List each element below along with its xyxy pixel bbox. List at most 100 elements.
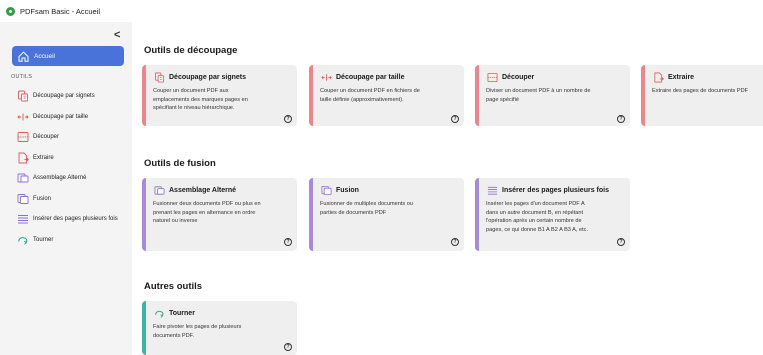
help-icon[interactable]: ? [617, 238, 625, 246]
card-description: Fusionner de multiples documents ou part… [320, 200, 413, 217]
sidebar-item-extract[interactable]: Extraire [16, 148, 118, 169]
rotate-icon [16, 233, 30, 247]
card-accent [142, 301, 146, 355]
card-title: Découpage par taille [336, 73, 405, 81]
card-title: Fusion [336, 186, 359, 194]
sidebar: < Accueil OUTILS Découpage par signets D… [0, 22, 132, 355]
card-description-line: parties de documents PDF [320, 209, 387, 216]
card-description-line: Fusionner deux documents PDF ou plus en [153, 201, 261, 207]
card-description-line: Insérer les pages d'un document PDF A [486, 201, 585, 207]
help-icon[interactable]: ? [284, 238, 292, 246]
size-split-icon [320, 71, 332, 83]
card-accent [475, 65, 479, 126]
sidebar-item-size-split[interactable]: Découpage par taille [16, 107, 118, 128]
help-icon[interactable]: ? [284, 115, 292, 123]
home-label: Accueil [34, 52, 55, 60]
card-description: Insérer les pages d'un document PDF A da… [486, 200, 588, 234]
split-icon [486, 71, 498, 83]
section-title-split: Outils de découpage [144, 45, 238, 56]
sidebar-item-label: Extraire [33, 154, 54, 161]
section-title-merge: Outils de fusion [144, 158, 216, 169]
tools-section-label: OUTILS [11, 74, 33, 80]
card-accent [475, 178, 479, 251]
card-title: Assemblage Alterné [169, 186, 237, 194]
extract-icon [652, 71, 664, 83]
sidebar-item-label: Insérer des pages plusieurs fois [33, 216, 118, 223]
sidebar-item-label: Découpage par taille [33, 113, 89, 120]
home-icon [17, 50, 30, 63]
card-title: Tourner [169, 309, 195, 317]
card-description-line: spécifiant le niveau hiérarchique. [153, 105, 235, 112]
sidebar-item-insert[interactable]: Insérer des pages plusieurs fois [16, 209, 118, 230]
split-icon [16, 130, 30, 144]
card-description: Faire pivoter les pages de plusieurs doc… [153, 323, 241, 340]
size-split-icon [16, 110, 30, 124]
help-icon[interactable]: ? [451, 115, 459, 123]
card-description-line: dans un autre document B, en répétant [486, 209, 584, 216]
sidebar-item-alternate-mix[interactable]: Assemblage Alterné [16, 168, 118, 189]
insert-icon [16, 212, 30, 226]
card-description-line: page spécifié [486, 96, 519, 103]
sidebar-item-split[interactable]: Découper [16, 127, 118, 148]
card-description-line: pages, ce qui donne B1 A B2 A B3 A, etc. [486, 226, 589, 233]
card-description: Couper un document PDF en fichiers de ta… [320, 87, 420, 104]
card-description: Fusionner deux documents PDF ou plus en … [153, 200, 261, 226]
sidebar-item-label: Assemblage Alterné [33, 175, 87, 182]
sidebar-item-label: Découper [33, 134, 60, 141]
tool-card-alternate-mix[interactable]: Assemblage Alterné Fusionner deux docume… [142, 178, 297, 251]
card-description-line: emplacements des marques pages en [153, 96, 248, 103]
card-accent [641, 65, 645, 126]
card-description-line: Fusionner de multiples documents ou [320, 201, 413, 207]
help-icon[interactable]: ? [284, 343, 292, 351]
card-description: Diviser un document PDF à un nombre de p… [486, 87, 590, 104]
card-accent [309, 65, 313, 126]
window-title: PDFsam Basic - Accueil [20, 6, 101, 16]
tools-list: Découpage par signets Découpage par tail… [16, 86, 118, 250]
merge-icon [16, 192, 30, 206]
card-title: Découpage par signets [169, 73, 247, 81]
card-description-line: Faire pivoter les pages de plusieurs [153, 324, 242, 330]
sidebar-item-label: Découpage par signets [33, 93, 95, 100]
card-title: Extraire [668, 73, 695, 81]
tool-card-extract[interactable]: Extraire Extraire des pages de documents… [641, 65, 763, 126]
sidebar-item-bookmark-split[interactable]: Découpage par signets [16, 86, 118, 107]
sidebar-item-merge[interactable]: Fusion [16, 189, 118, 210]
bookmark-split-icon [153, 71, 165, 83]
extract-icon [16, 151, 30, 165]
tool-card-rotate[interactable]: Tourner Faire pivoter les pages de plusi… [142, 301, 297, 355]
tool-card-insert[interactable]: Insérer des pages plusieurs fois Insérer… [475, 178, 630, 251]
title-bar: PDFsam Basic - Accueil [0, 0, 763, 22]
help-icon[interactable]: ? [451, 238, 459, 246]
card-description-line: Diviser un document PDF à un nombre de [486, 88, 591, 94]
card-description-line: naturel ou inverse [153, 218, 198, 225]
help-icon[interactable]: ? [617, 115, 625, 123]
card-description-line: Couper un document PDF aux [153, 88, 229, 94]
alternate-mix-icon [153, 184, 165, 196]
card-accent [309, 178, 313, 251]
sidebar-item-label: Tourner [33, 236, 54, 243]
card-description-line: prenant les pages en alternance en ordre [153, 209, 256, 216]
card-description-line: Extraire des pages de documents PDF [652, 88, 749, 94]
card-title: Insérer des pages plusieurs fois [502, 186, 609, 194]
card-description-line: taille définie (approximativement). [320, 96, 404, 103]
tool-card-split[interactable]: Découper Diviser un document PDF à un no… [475, 65, 630, 126]
tool-card-bookmark-split[interactable]: Découpage par signets Couper un document… [142, 65, 297, 126]
card-description-line: documents PDF. [153, 332, 195, 339]
sidebar-item-rotate[interactable]: Tourner [16, 230, 118, 251]
tool-card-merge[interactable]: Fusion Fusionner de multiples documents … [309, 178, 464, 251]
insert-icon [486, 184, 498, 196]
card-description: Couper un document PDF aux emplacements … [153, 87, 248, 113]
card-description-line: Couper un document PDF en fichiers de [320, 88, 420, 94]
home-button[interactable]: Accueil [12, 46, 124, 66]
alternate-mix-icon [16, 171, 30, 185]
tool-card-size-split[interactable]: Découpage par taille Couper un document … [309, 65, 464, 126]
app-logo-icon [6, 6, 15, 16]
bookmark-split-icon [16, 89, 30, 103]
card-description-line: l'opération après un certain nombre de [486, 218, 582, 225]
rotate-icon [153, 307, 165, 319]
merge-icon [320, 184, 332, 196]
collapse-sidebar-button[interactable]: < [114, 29, 120, 41]
card-title: Découper [502, 73, 535, 81]
card-accent [142, 65, 146, 126]
section-title-other: Autres outils [144, 281, 203, 292]
